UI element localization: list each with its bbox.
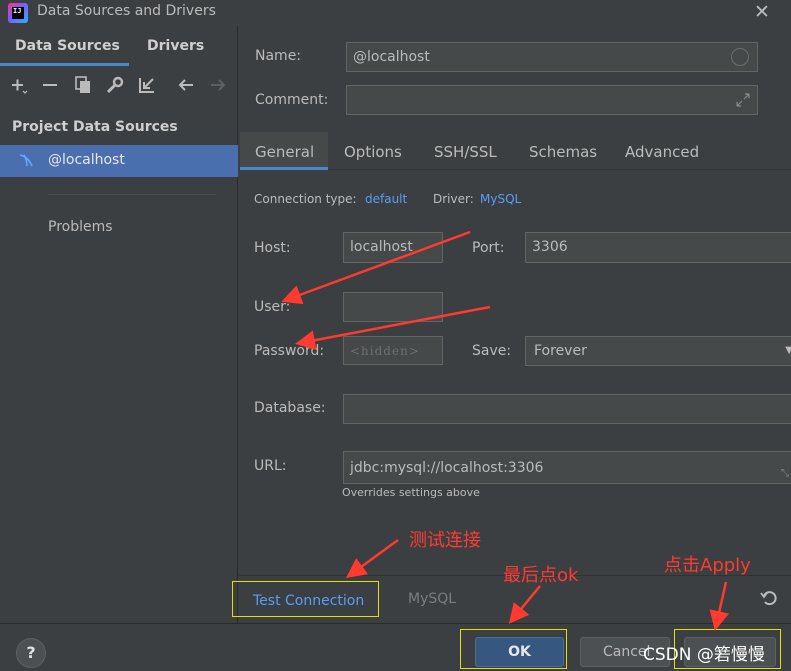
ok-button[interactable]: OK <box>475 637 564 667</box>
test-connection-button[interactable]: Test Connection <box>232 581 379 617</box>
tab-ssh-ssl[interactable]: SSH/SSL <box>434 132 497 170</box>
tab-general[interactable]: General <box>240 132 328 170</box>
tab-advanced[interactable]: Advanced <box>625 132 699 170</box>
duplicate-icon[interactable] <box>72 74 94 96</box>
port-label: Port: <box>472 240 505 256</box>
url-hint: Overrides settings above <box>342 486 480 499</box>
name-field[interactable]: @localhost <box>346 42 758 72</box>
import-icon[interactable] <box>136 74 158 96</box>
user-field[interactable] <box>343 292 443 322</box>
url-value: jdbc:mysql://localhost:3306 <box>350 460 544 476</box>
tab-data-sources[interactable]: Data Sources <box>0 32 129 66</box>
back-arrow-icon[interactable] <box>175 74 197 96</box>
comment-label: Comment: <box>255 92 329 108</box>
problems-item[interactable]: Problems <box>48 219 113 235</box>
chevron-down-icon: ▼ <box>785 345 791 356</box>
user-label: User: <box>254 299 291 315</box>
port-field[interactable]: 3306 <box>525 232 791 263</box>
remove-icon[interactable] <box>39 74 61 96</box>
connection-type-label: Connection type: <box>254 192 357 206</box>
help-button[interactable]: ? <box>16 638 46 668</box>
revert-icon[interactable] <box>760 588 778 611</box>
wrench-icon[interactable] <box>104 74 126 96</box>
tab-drivers[interactable]: Drivers <box>147 32 204 66</box>
password-field[interactable]: <hidden> <box>343 336 443 365</box>
name-label: Name: <box>255 48 302 64</box>
database-field[interactable] <box>343 394 791 424</box>
sidebar-toolbar <box>0 74 238 100</box>
driver-footer-link[interactable]: MySQL <box>408 591 456 607</box>
window-title: Data Sources and Drivers <box>37 3 216 19</box>
url-label: URL: <box>254 458 287 474</box>
save-select-value: Forever <box>534 343 587 359</box>
annotation-apply: 点击Apply <box>664 555 751 576</box>
sidebar: Data Sources Drivers Project Data Source… <box>0 26 238 623</box>
section-title: Project Data Sources <box>12 119 178 135</box>
url-field[interactable]: jdbc:mysql://localhost:3306 ⤡ <box>343 451 791 484</box>
main-panel: Name: @localhost Comment: General Option… <box>239 26 791 623</box>
resize-icon: ⤡ <box>781 468 789 479</box>
host-field[interactable]: localhost <box>343 232 443 263</box>
host-label: Host: <box>254 240 291 256</box>
title-bar: IJ Data Sources and Drivers ✕ <box>0 0 791 26</box>
add-icon[interactable] <box>8 74 30 96</box>
app-icon-text: IJ <box>13 7 22 15</box>
database-label: Database: <box>254 400 326 416</box>
annotation-ok: 最后点ok <box>503 565 579 586</box>
sidebar-item-localhost[interactable]: @localhost <box>0 145 238 177</box>
connection-type-link[interactable]: default <box>365 192 407 206</box>
sidebar-item-label: @localhost <box>48 152 125 168</box>
forward-arrow-icon[interactable] <box>207 74 229 96</box>
divider <box>48 194 216 195</box>
tab-bar: General Options SSH/SSL Schemas Advanced <box>239 132 791 170</box>
intellij-app-icon: IJ <box>8 3 28 23</box>
password-label: Password: <box>254 343 325 359</box>
name-value: @localhost <box>353 49 430 65</box>
expand-icon[interactable] <box>735 92 751 108</box>
comment-field[interactable] <box>346 85 758 115</box>
tab-schemas[interactable]: Schemas <box>529 132 597 170</box>
watermark: CSDN @箬慢慢 <box>643 645 765 665</box>
save-select[interactable]: Forever ▼ <box>525 336 791 366</box>
annotation-test: 测试连接 <box>409 530 481 551</box>
close-icon[interactable]: ✕ <box>754 1 770 23</box>
driver-link[interactable]: MySQL <box>480 192 521 206</box>
mysql-dolphin-icon <box>19 154 33 167</box>
save-label: Save: <box>472 343 512 359</box>
color-circle-icon[interactable] <box>731 48 749 66</box>
driver-label: Driver: <box>433 192 474 206</box>
tab-options[interactable]: Options <box>344 132 402 170</box>
